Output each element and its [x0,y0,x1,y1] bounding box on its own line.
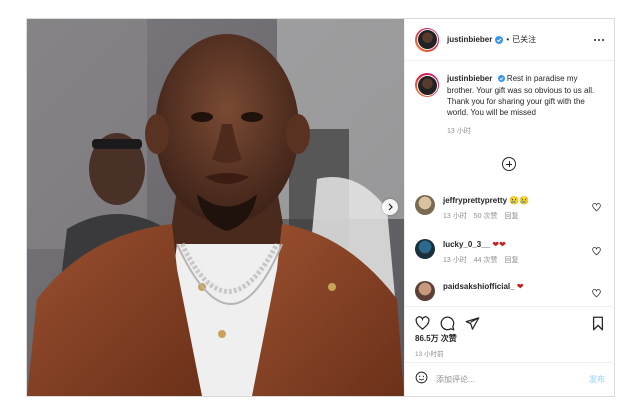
author-avatar[interactable] [415,27,439,52]
verified-icon [497,74,505,85]
likes-count[interactable]: 86.5万 次赞 [415,333,457,344]
heart-icon[interactable] [415,316,430,331]
comment-icon[interactable] [440,316,455,331]
emoji-icon[interactable] [415,371,428,389]
comment-text: 😢😢 [509,196,530,205]
verified-icon [495,31,504,49]
chevron-right-icon [388,203,393,211]
comment-username[interactable]: jeffryprettypretty [443,196,507,205]
comment-text: ❤ [516,282,524,291]
comment-item: jeffryprettypretty 😢😢 13 小时 50 次赞 回复 [415,195,605,221]
caption-username[interactable]: justinbieber [447,74,492,83]
share-icon[interactable] [465,316,480,331]
comment-username[interactable]: lucky_0_3__ [443,240,490,249]
commenter-avatar[interactable] [415,239,435,259]
more-icon[interactable] [594,38,604,41]
comment-likes[interactable]: 50 次赞 [474,211,498,221]
reply-button[interactable]: 回复 [504,211,518,221]
instagram-post: justinbieber • 已关注 justinbieber Rest in … [26,18,615,397]
heart-icon[interactable] [592,285,601,303]
comment-time: 13 小时 [443,257,467,264]
post-photo[interactable] [27,19,404,396]
post-timestamp: 13 小时前 [415,351,444,358]
comment-item: lucky_0_3__ ❤❤ 13 小时 44 次赞 回复 [415,239,605,265]
author-username[interactable]: justinbieber [447,35,492,44]
add-comment-bar: 添加评论... 发布 [405,362,615,396]
commenter-avatar[interactable] [415,195,435,215]
bookmark-icon[interactable] [591,316,605,331]
reply-button[interactable]: 回复 [504,255,518,265]
heart-icon[interactable] [592,243,601,261]
post-photo-image [27,19,404,396]
comment-likes[interactable]: 44 次赞 [474,255,498,265]
heart-icon[interactable] [592,199,601,217]
post-comment-button[interactable]: 发布 [589,374,605,385]
commenter-avatar[interactable] [415,281,435,301]
separator-dot: • [506,35,510,44]
comment-time: 13 小时 [443,213,467,220]
caption-time: 13 小时 [447,128,471,135]
caption-avatar[interactable] [415,73,439,97]
follow-status[interactable]: 已关注 [512,34,536,45]
post-header: justinbieber • 已关注 [405,19,614,61]
comment-username[interactable]: paidsakshiofficial_ [443,282,515,291]
comment-input[interactable]: 添加评论... [436,374,589,385]
post-side-panel: justinbieber • 已关注 justinbieber Rest in … [404,19,615,396]
comment-item: paidsakshiofficial_ ❤ [415,281,605,301]
comment-text: ❤❤ [492,240,506,249]
next-photo-button[interactable] [382,199,398,215]
post-caption: justinbieber Rest in paradise my brother… [405,61,614,137]
plus-circle-icon[interactable] [502,157,516,171]
